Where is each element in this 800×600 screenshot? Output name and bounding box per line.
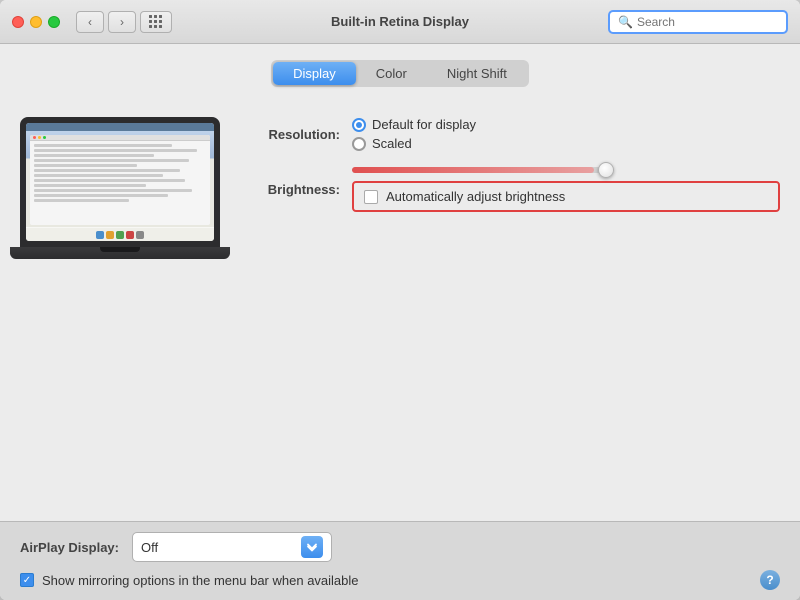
auto-brightness-checkbox[interactable] — [364, 190, 378, 204]
radio-scaled[interactable] — [352, 137, 366, 151]
mirroring-label: Show mirroring options in the menu bar w… — [42, 573, 359, 588]
tab-bar: Display Color Night Shift — [20, 60, 780, 87]
laptop-image — [20, 117, 220, 277]
screen-dock — [26, 227, 214, 241]
radio-default-label: Default for display — [372, 117, 476, 132]
search-input[interactable] — [637, 15, 778, 29]
resolution-label: Resolution: — [250, 127, 340, 142]
text-line — [34, 144, 172, 147]
grid-icon — [149, 15, 163, 29]
dock-icon — [116, 231, 124, 239]
mini-dot-yellow — [38, 136, 41, 139]
screen-content — [26, 123, 214, 241]
back-icon: ‹ — [88, 15, 92, 29]
brightness-slider-track[interactable] — [352, 167, 612, 173]
screen-window — [30, 135, 210, 225]
bottom-bar: AirPlay Display: Off ✓ Show mirroring op… — [0, 521, 800, 600]
help-icon: ? — [766, 573, 773, 587]
dock-icon — [96, 231, 104, 239]
titlebar: ‹ › Built-in Retina Display 🔍 — [0, 0, 800, 44]
window-title: Built-in Retina Display — [331, 14, 469, 29]
main-panel: Resolution: Default for display Scaled — [20, 107, 780, 521]
dock-icon — [126, 231, 134, 239]
auto-brightness-label: Automatically adjust brightness — [386, 189, 565, 204]
dropdown-arrow-icon — [301, 536, 323, 558]
dock-icon — [136, 231, 144, 239]
nav-buttons: ‹ › — [76, 11, 136, 33]
close-button[interactable] — [12, 16, 24, 28]
text-line — [34, 169, 180, 172]
mini-dot-green — [43, 136, 46, 139]
auto-brightness-container: Automatically adjust brightness — [352, 181, 780, 212]
tab-display[interactable]: Display — [273, 62, 356, 85]
content-area: Display Color Night Shift — [0, 44, 800, 521]
mirroring-checkbox[interactable]: ✓ — [20, 573, 34, 587]
resolution-options: Default for display Scaled — [352, 117, 476, 151]
radio-option-default[interactable]: Default for display — [352, 117, 476, 132]
laptop-base — [10, 247, 230, 259]
laptop-notch — [100, 247, 140, 252]
help-button[interactable]: ? — [760, 570, 780, 590]
laptop-screen — [26, 123, 214, 241]
mirroring-row: ✓ Show mirroring options in the menu bar… — [20, 570, 780, 590]
airplay-dropdown[interactable]: Off — [132, 532, 332, 562]
grid-button[interactable] — [140, 11, 172, 33]
text-line — [34, 174, 163, 177]
minimize-button[interactable] — [30, 16, 42, 28]
text-line — [34, 189, 192, 192]
laptop-preview — [20, 107, 220, 521]
text-line — [34, 194, 168, 197]
text-line — [34, 179, 185, 182]
text-line — [34, 164, 137, 167]
search-box[interactable]: 🔍 — [608, 10, 788, 34]
back-button[interactable]: ‹ — [76, 11, 104, 33]
tab-group: Display Color Night Shift — [271, 60, 529, 87]
search-icon: 🔍 — [618, 15, 633, 29]
text-line — [34, 149, 197, 152]
settings-panel: Resolution: Default for display Scaled — [250, 107, 780, 521]
radio-option-scaled[interactable]: Scaled — [352, 136, 476, 151]
laptop-body — [20, 117, 220, 247]
airplay-dropdown-value: Off — [141, 540, 158, 555]
brightness-label: Brightness: — [250, 182, 340, 197]
slider-fill — [352, 167, 594, 173]
tab-color[interactable]: Color — [356, 62, 427, 85]
screen-text-lines — [30, 141, 210, 207]
tab-night-shift[interactable]: Night Shift — [427, 62, 527, 85]
text-line — [34, 184, 146, 187]
resolution-row: Resolution: Default for display Scaled — [250, 117, 780, 151]
text-line — [34, 154, 154, 157]
radio-default[interactable] — [352, 118, 366, 132]
airplay-row: AirPlay Display: Off — [20, 532, 780, 562]
airplay-label: AirPlay Display: — [20, 540, 120, 555]
forward-button[interactable]: › — [108, 11, 136, 33]
screen-menubar — [26, 123, 214, 131]
dock-icon — [106, 231, 114, 239]
forward-icon: › — [120, 15, 124, 29]
slider-thumb[interactable] — [598, 162, 614, 178]
brightness-slider-container: Automatically adjust brightness — [352, 167, 780, 212]
brightness-row: Brightness: Automatically adjust brightn… — [250, 167, 780, 212]
mini-dot-red — [33, 136, 36, 139]
maximize-button[interactable] — [48, 16, 60, 28]
text-line — [34, 199, 129, 202]
main-window: ‹ › Built-in Retina Display 🔍 Display — [0, 0, 800, 600]
traffic-lights — [12, 16, 60, 28]
radio-scaled-label: Scaled — [372, 136, 412, 151]
text-line — [34, 159, 189, 162]
